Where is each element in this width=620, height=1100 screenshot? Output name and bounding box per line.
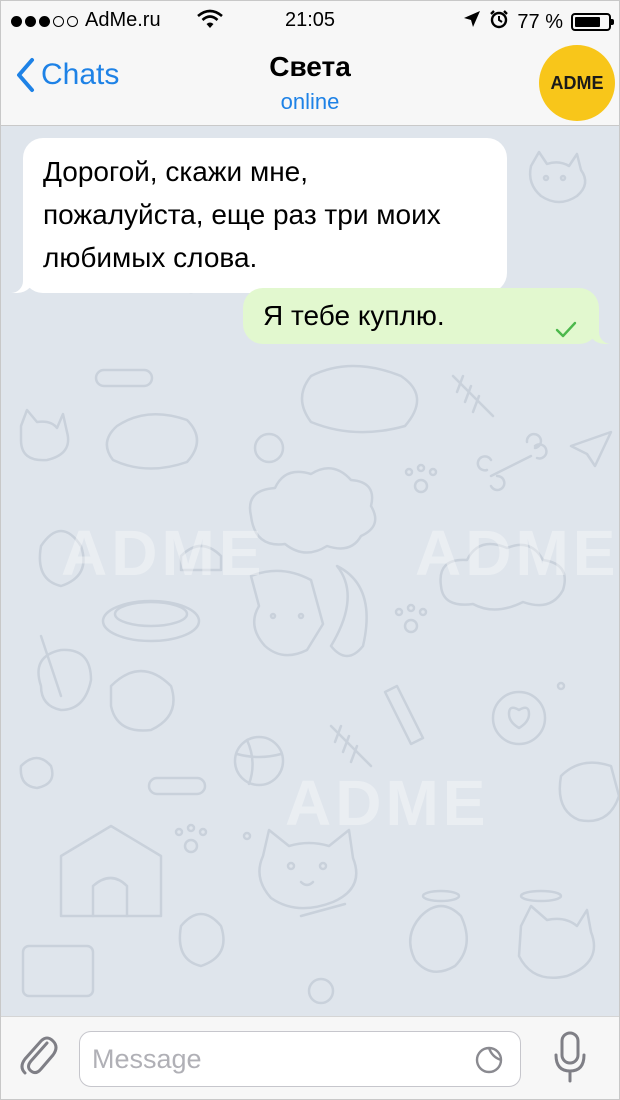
- message-composer: [1, 1016, 619, 1099]
- outgoing-message-bubble[interactable]: Я тебе куплю.: [243, 288, 619, 344]
- contact-name[interactable]: Света: [1, 51, 619, 83]
- watermark-text: ADME: [415, 517, 619, 589]
- avatar-text: ADME: [550, 72, 604, 93]
- message-input[interactable]: [80, 1032, 452, 1086]
- message-line: пожалуйста, еще раз три моих: [43, 199, 441, 230]
- chat-header: Chats Света online ADME: [1, 41, 619, 126]
- message-list[interactable]: ADME ADME ADME ADME Дорогой, скажи мне, …: [1, 126, 619, 1016]
- message-input-container: [79, 1031, 521, 1087]
- phone-screen: AdMe.ru 21:05 77 % Chats Света online AD…: [0, 0, 620, 1100]
- message-line: любимых слова.: [43, 242, 258, 273]
- watermark-text: ADME: [61, 517, 266, 589]
- battery-icon: [571, 13, 614, 31]
- alarm-icon: [489, 9, 509, 35]
- watermark-text: ADME: [285, 767, 490, 839]
- contact-status: online: [280, 89, 340, 114]
- message-text: Я тебе куплю.: [263, 300, 445, 331]
- battery-percent: 77 %: [517, 10, 563, 33]
- location-arrow-icon: [463, 10, 481, 34]
- status-bar: AdMe.ru 21:05 77 %: [1, 1, 619, 41]
- sticker-icon[interactable]: [474, 1045, 504, 1080]
- message-line: Дорогой, скажи мне,: [43, 156, 309, 187]
- check-icon: [555, 308, 577, 351]
- avatar[interactable]: ADME: [539, 45, 615, 121]
- incoming-message-bubble[interactable]: Дорогой, скажи мне, пожалуйста, еще раз …: [1, 138, 507, 293]
- microphone-icon[interactable]: [553, 1031, 587, 1088]
- paperclip-icon[interactable]: [19, 1035, 59, 1086]
